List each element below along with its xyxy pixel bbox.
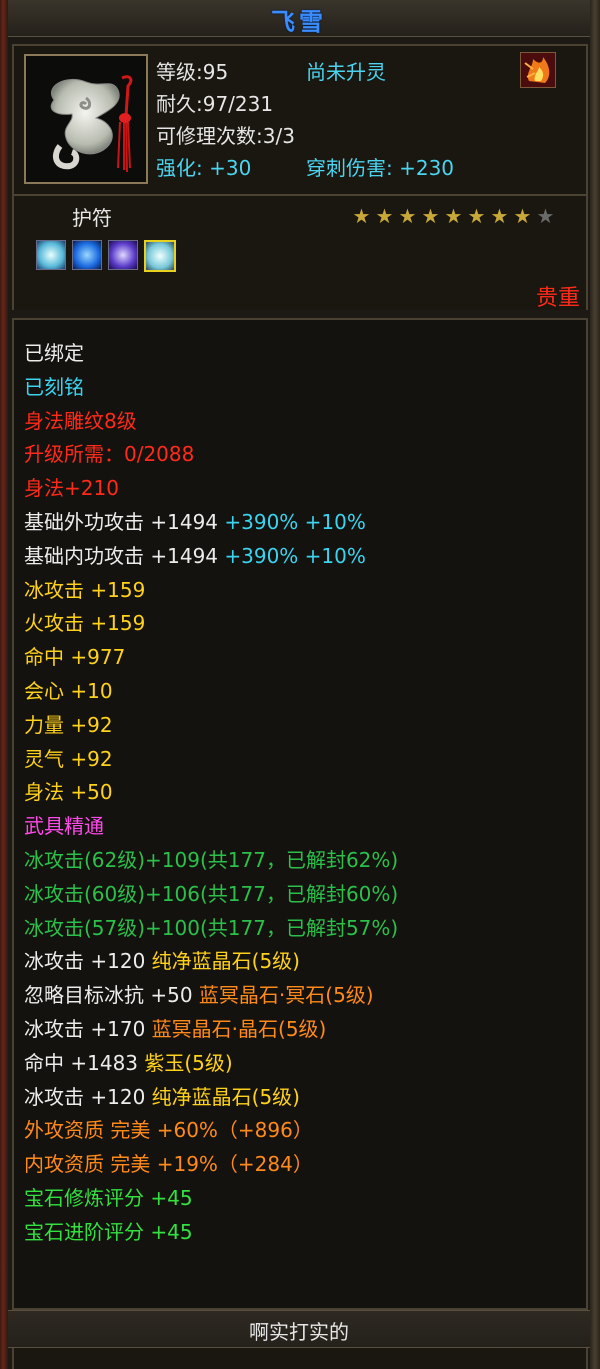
attribute-line: 身法+210 — [24, 475, 119, 501]
bottom-strip — [12, 1348, 588, 1369]
repair-count-text: 可修理次数:3/3 — [156, 124, 295, 148]
purple-crystal-icon[interactable] — [108, 240, 138, 270]
attribute-panel: 已绑定已刻铭身法雕纹8级升级所需：0/2088 身法+210 基础外功攻击 +149… — [12, 318, 588, 1310]
attribute-line: 忽略目标冰抗 +50 蓝冥晶石·冥石(5级) — [24, 982, 374, 1008]
amulet-label: 护符 — [72, 206, 112, 230]
item-tooltip: 飞雪 等级:95 尚未升灵 耐久:97/231 可修理次数:3/3 强化: +3… — [0, 0, 600, 1369]
star-filled-icon: ★ — [352, 204, 371, 228]
attribute-text: 内攻资质 完美 +19%（+284） — [24, 1152, 313, 1177]
left-border — [0, 0, 8, 1369]
attribute-text: 紫玉(5级) — [144, 1050, 233, 1075]
attribute-text: 命中 +977 — [24, 645, 126, 670]
attribute-text: 身法+210 — [24, 476, 119, 501]
precious-tag: 贵重 — [535, 286, 580, 311]
star-filled-icon: ★ — [513, 204, 532, 228]
attribute-line: 宝石进阶评分 +45 — [24, 1219, 193, 1245]
attribute-line: 冰攻击(60级)+106(共177，已解封60%) — [24, 881, 398, 907]
spirit-status-text: 尚未升灵 — [306, 60, 386, 84]
attribute-text: +390% +10% — [224, 510, 366, 534]
item-header-panel: 等级:95 尚未升灵 耐久:97/231 可修理次数:3/3 强化: +30 穿… — [12, 44, 588, 196]
attribute-text: 冰攻击(57级)+100(共177，已解封57%) — [24, 915, 399, 940]
attribute-text: +390% +10% — [224, 543, 366, 568]
star-filled-icon: ★ — [490, 204, 509, 228]
attribute-text: 命中 +1483 — [24, 1050, 145, 1075]
durability-text: 耐久:97/231 — [156, 92, 274, 116]
attribute-line: 会心 +10 — [24, 678, 113, 704]
enhance-text: 强化: +30 — [156, 156, 252, 180]
attribute-text: 冰攻击 +120 — [24, 1084, 152, 1109]
title-bar: 飞雪 — [8, 0, 590, 37]
attribute-text: 纯净蓝晶石(5级) — [151, 1084, 300, 1109]
scrollbar[interactable] — [590, 0, 600, 1369]
amulet-panel: 护符 ★ ★ ★ ★ ★ ★ ★ ★ ★ 贵重 — [12, 196, 588, 311]
attribute-line: 冰攻击 +159 — [24, 577, 145, 603]
attribute-line: 外攻资质 完美 +60%（+896） — [24, 1117, 313, 1143]
attribute-text: 蓝冥晶石·晶石(5级) — [151, 1017, 327, 1041]
attribute-line: 基础外功攻击 +1494 +390% +10% — [24, 509, 366, 535]
attribute-text: 冰攻击(62级)+109(共177，已解封62%) — [24, 848, 399, 872]
attribute-line: 已刻铭 — [24, 374, 84, 400]
star-filled-icon: ★ — [375, 204, 394, 228]
attribute-text: 已绑定 — [24, 341, 84, 365]
star-filled-icon: ★ — [444, 204, 463, 228]
attribute-text: 外攻资质 完美 +60%（+896） — [24, 1118, 313, 1143]
attribute-text: 身法雕纹8级 — [24, 408, 137, 433]
white-crystal-icon[interactable] — [144, 240, 176, 272]
attribute-line: 命中 +977 — [24, 644, 125, 670]
attribute-text: 冰攻击 +170 — [24, 1017, 152, 1041]
attribute-line: 武具精通 — [24, 813, 104, 839]
attribute-line: 身法 +50 — [24, 779, 113, 805]
attribute-line: 命中 +1483 紫玉(5级) — [24, 1050, 233, 1076]
attribute-text: 冰攻击 +159 — [24, 577, 146, 602]
attribute-line: 内攻资质 完美 +19%（+284） — [24, 1151, 313, 1177]
attribute-line: 冰攻击 +170 蓝冥晶石·晶石(5级) — [24, 1016, 326, 1042]
attribute-text: 武具精通 — [24, 814, 104, 839]
flame-icon[interactable] — [520, 52, 556, 88]
attribute-text: 身法 +50 — [24, 780, 113, 805]
attribute-text: 冰攻击 +120 — [24, 949, 152, 974]
attribute-text: 灵气 +92 — [24, 746, 113, 771]
attribute-line: 冰攻击(57级)+100(共177，已解封57%) — [24, 915, 398, 941]
attribute-line: 力量 +92 — [24, 712, 113, 738]
attribute-text: 蓝冥晶石·冥石(5级) — [198, 983, 374, 1008]
footer-text: 啊实打实的 — [249, 1320, 349, 1344]
attribute-text: 宝石修炼评分 +45 — [24, 1186, 193, 1210]
attribute-text: 宝石进阶评分 +45 — [24, 1219, 193, 1244]
attribute-text: 冰攻击(60级)+106(共177，已解封60%) — [24, 881, 399, 906]
star-filled-icon: ★ — [398, 204, 417, 228]
item-name: 飞雪 — [271, 8, 327, 36]
jade-pendant-icon — [24, 54, 148, 184]
attribute-text: 基础内功攻击 +1494 — [24, 543, 225, 568]
attribute-text: 忽略目标冰抗 +50 — [24, 983, 199, 1008]
level-text: 等级:95 — [156, 60, 229, 84]
attribute-text: 火攻击 +159 — [24, 611, 146, 636]
star-empty-icon: ★ — [536, 204, 555, 228]
attribute-line: 火攻击 +159 — [24, 610, 145, 636]
white-crystal-icon[interactable] — [36, 240, 66, 270]
attribute-line: 冰攻击 +120 纯净蓝晶石(5级) — [24, 1084, 300, 1110]
pierce-damage-text: 穿刺伤害: +230 — [306, 156, 455, 180]
attribute-text: 已刻铭 — [24, 374, 84, 399]
attribute-text: 会心 +10 — [24, 679, 113, 703]
attribute-line: 身法雕纹8级 — [24, 408, 137, 434]
attribute-line: 冰攻击(62级)+109(共177，已解封62%) — [24, 847, 398, 873]
attribute-line: 灵气 +92 — [24, 746, 113, 772]
star-filled-icon: ★ — [421, 204, 440, 228]
attribute-line: 已绑定 — [24, 340, 84, 366]
star-filled-icon: ★ — [467, 204, 486, 228]
star-rating: ★ ★ ★ ★ ★ ★ ★ ★ ★ — [350, 206, 557, 227]
attribute-line: 宝石修炼评分 +45 — [24, 1185, 193, 1211]
attribute-text: 基础外功攻击 +1494 — [24, 510, 225, 534]
attribute-text: 升级所需：0/2088 — [24, 442, 195, 467]
footer-bar: 啊实打实的 — [8, 1310, 590, 1348]
blue-crystal-icon[interactable] — [72, 240, 102, 270]
attribute-line: 升级所需：0/2088 — [24, 441, 194, 467]
attribute-text: 力量 +92 — [24, 712, 113, 737]
attribute-line: 基础内功攻击 +1494 +390% +10% — [24, 543, 366, 569]
attribute-line: 冰攻击 +120 纯净蓝晶石(5级) — [24, 948, 300, 974]
attribute-text: 纯净蓝晶石(5级) — [151, 949, 300, 974]
